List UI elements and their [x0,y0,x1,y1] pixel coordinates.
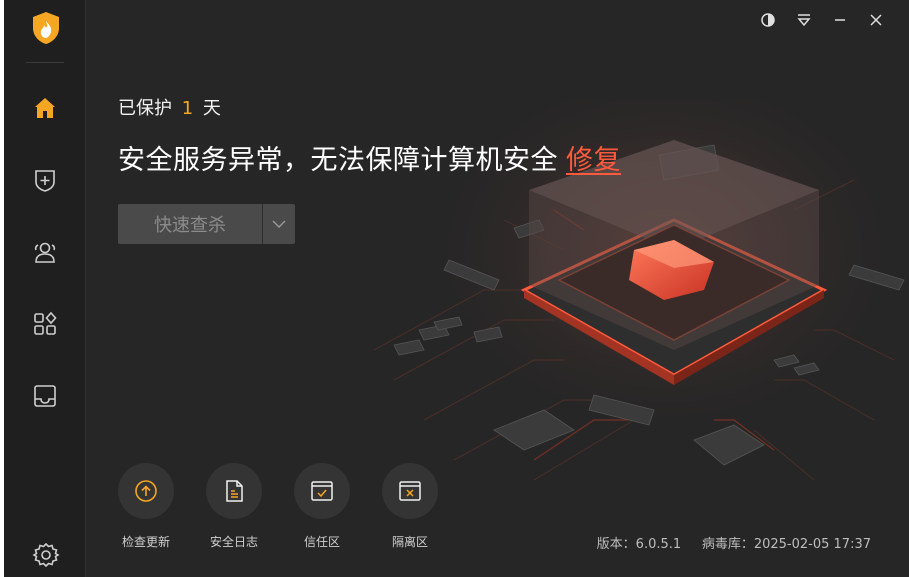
version-value: 6.0.5.1 [635,537,682,552]
protect-suffix: 天 [202,98,221,119]
status-text: 安全服务异常，无法保障计算机安全 [118,145,558,176]
upgrade-icon [135,480,157,502]
log-document-icon [226,480,243,502]
tool-trust-zone[interactable]: 信任区 [282,463,362,550]
tool-security-log[interactable]: 安全日志 [194,463,274,550]
flame-shield-logo [31,11,61,45]
tool-label: 安全日志 [209,535,258,549]
tool-circle [206,463,262,519]
menu-dropdown-icon [797,14,811,27]
tool-label: 检查更新 [121,535,170,549]
protection-days-line: 已保护 1 天 [118,94,221,120]
tool-circle [382,463,438,519]
logo-divider [26,62,64,63]
tray-box-icon [34,385,56,407]
home-icon [35,98,55,118]
protect-days-count: 1 [181,98,194,119]
security-status-message: 安全服务异常，无法保障计算机安全 修复 [118,138,621,177]
scan-options-dropdown[interactable] [263,204,295,244]
tool-check-update[interactable]: 检查更新 [106,463,186,550]
minimize-icon [835,19,845,21]
fix-link[interactable]: 修复 [566,145,621,176]
tool-circle [118,463,174,519]
sidebar-item-protection[interactable] [28,163,62,197]
tool-label: 信任区 [303,535,340,549]
theme-toggle-button[interactable] [756,8,780,32]
chevron-down-icon [272,220,286,228]
virusdb-label: 病毒库： [701,537,754,552]
virusdb-value: 2025-02-05 17:37 [753,537,871,552]
close-icon [870,14,882,26]
sidebar-item-apps[interactable] [28,307,62,341]
sidebar [4,0,86,577]
shield-plus-icon [35,170,55,192]
protect-prefix: 已保护 [118,98,172,119]
main-menu-button[interactable] [792,8,816,32]
quarantine-icon [399,481,421,501]
sidebar-item-users[interactable] [28,235,62,269]
close-button[interactable] [864,8,888,32]
tool-label: 隔离区 [391,535,428,549]
sidebar-item-home[interactable] [28,91,62,125]
app-window: 已保护 1 天 安全服务异常，无法保障计算机安全 修复 快速查杀 检查更新 安全… [4,0,909,577]
users-icon [34,242,56,263]
version-info: 版本：6.0.5.1 病毒库：2025-02-05 17:37 [597,533,871,552]
gear-icon[interactable] [32,541,60,569]
minimize-button[interactable] [828,8,852,32]
trust-zone-icon [311,481,333,501]
quick-scan-group: 快速查杀 [118,204,295,244]
half-circle-icon [761,13,775,27]
quick-scan-button[interactable]: 快速查杀 [118,204,262,244]
tool-quarantine[interactable]: 隔离区 [370,463,450,550]
version-label: 版本： [596,537,636,552]
apps-grid-icon [34,311,57,335]
tool-circle [294,463,350,519]
sidebar-item-tray[interactable] [28,379,62,413]
